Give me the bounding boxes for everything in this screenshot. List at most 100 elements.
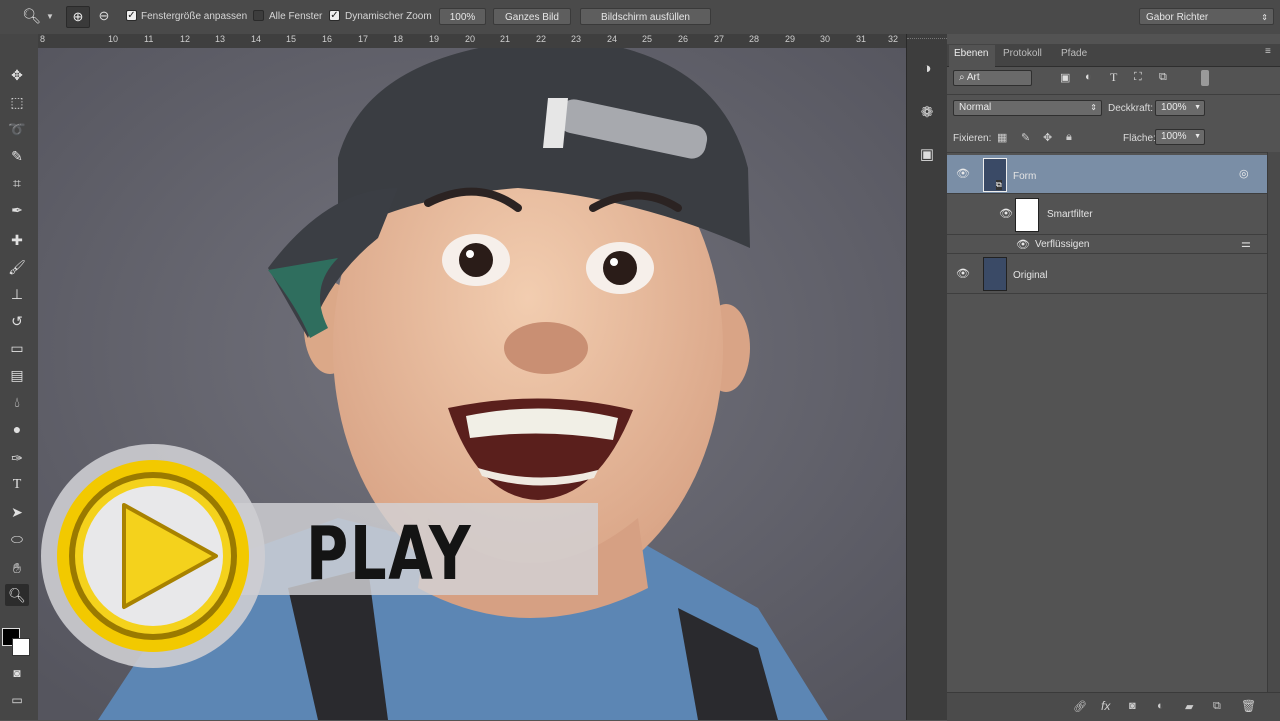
filter-pixel-icon[interactable]: ▣ <box>1060 71 1070 84</box>
resize-windows-checkbox[interactable]: ✓ <box>126 10 137 21</box>
adjustments-icon[interactable]: ◑ <box>915 58 939 80</box>
chevron-down-icon[interactable]: ▼ <box>46 12 54 21</box>
play-button-icon[interactable] <box>38 441 268 671</box>
visibility-eye-icon[interactable]: 👁︎ <box>956 167 970 180</box>
smart-filter-indicator-icon[interactable]: ◎ <box>1239 167 1249 180</box>
path-selection-icon[interactable]: ➤ <box>5 501 29 523</box>
zoom-100-button[interactable]: 100% <box>439 8 486 25</box>
visibility-eye-icon[interactable]: 👁︎ <box>1016 238 1030 251</box>
layer-filter-select[interactable]: ⌕ Art <box>953 70 1032 86</box>
dynamic-zoom-checkbox[interactable]: ✓ <box>329 10 340 21</box>
layer-row-original[interactable]: 👁︎ Original <box>947 254 1267 294</box>
scrollbar[interactable] <box>1267 152 1280 692</box>
history-brush-icon[interactable]: ↺ <box>5 310 29 332</box>
tab-paths[interactable]: Pfade <box>1061 48 1087 59</box>
zoom-tool-icon[interactable]: 🔍︎ <box>5 584 29 606</box>
zoom-in-icon[interactable]: ⊕ <box>66 6 90 28</box>
link-icon[interactable]: 🔗︎ <box>1073 700 1087 713</box>
options-bar: 🔍︎ ▼ ⊕ ⊖ ✓ Fenstergröße anpassen Alle Fe… <box>0 0 1280 35</box>
panel-menu-icon[interactable]: ≡ <box>1265 46 1271 57</box>
workspace-select[interactable]: Gabor Richter ⇕ <box>1139 8 1274 25</box>
stamp-tool-icon[interactable]: ⊥ <box>5 283 29 305</box>
blend-mode-select[interactable]: Normal ⇕ <box>953 100 1102 116</box>
hand-tool-icon[interactable]: ✋︎ <box>5 557 29 579</box>
trash-icon[interactable]: 🗑︎ <box>1241 699 1256 713</box>
layers-panel: Ebenen Protokoll Pfade ≡ ⌕ Art ▣ ◐ T ⛶ ⧉… <box>947 34 1280 721</box>
quick-selection-icon[interactable]: ✎ <box>5 145 29 167</box>
screen-mode-icon[interactable]: ▭ <box>5 689 29 711</box>
filter-blending-options-icon[interactable]: ⚌ <box>1241 237 1251 250</box>
healing-brush-icon[interactable]: ✚ <box>5 229 29 251</box>
move-tool-icon[interactable]: ✥ <box>5 64 29 86</box>
gradient-tool-icon[interactable]: ▤ <box>5 364 29 386</box>
play-overlay[interactable]: PLAY <box>38 441 598 671</box>
new-layer-icon[interactable]: ⧉ <box>1213 700 1221 713</box>
lock-pixels-icon[interactable]: ✎ <box>1021 131 1030 144</box>
filter-type-icon[interactable]: T <box>1110 70 1117 85</box>
lock-all-icon[interactable]: 🔒︎ <box>1066 131 1072 144</box>
properties-icon[interactable]: ▣ <box>915 144 939 166</box>
ruler-tick: 31 <box>856 34 867 44</box>
ruler-tick: 15 <box>286 34 297 44</box>
crop-tool-icon[interactable]: ⌗ <box>5 172 29 194</box>
ruler-tick: 19 <box>429 34 440 44</box>
ruler-tick: 27 <box>714 34 725 44</box>
ellipse-tool-icon[interactable]: ⬭ <box>5 528 29 550</box>
dodge-tool-icon[interactable]: ● <box>5 418 29 440</box>
marquee-tool-icon[interactable]: ⬚ <box>5 91 29 113</box>
fx-icon[interactable]: fx <box>1101 699 1110 713</box>
all-windows-checkbox[interactable] <box>253 10 264 21</box>
ruler-tick: 18 <box>393 34 404 44</box>
eyedropper-tool-icon[interactable]: ✒ <box>5 199 29 221</box>
panel-dock: ◑ ❁ ▣ <box>906 34 948 720</box>
visibility-eye-icon[interactable]: 👁︎ <box>999 207 1013 220</box>
lasso-tool-icon[interactable]: ➰ <box>5 118 29 140</box>
dock-grip <box>907 38 947 42</box>
mask-icon[interactable]: ◙ <box>1129 700 1136 712</box>
filter-row-liquify[interactable]: 👁︎ Verflüssigen ⚌ <box>947 235 1267 254</box>
filter-adjustment-icon[interactable]: ◐ <box>1085 71 1092 83</box>
visibility-eye-icon[interactable]: 👁︎ <box>956 267 970 280</box>
ruler-tick: 22 <box>536 34 547 44</box>
group-icon[interactable]: ▰ <box>1185 700 1193 713</box>
pen-tool-icon[interactable]: ✑ <box>5 447 29 469</box>
blur-tool-icon[interactable]: 💧︎ <box>5 391 29 413</box>
lock-position-icon[interactable]: ✥ <box>1043 131 1052 144</box>
type-tool-icon[interactable]: T <box>5 474 29 496</box>
lock-label: Fixieren: <box>953 133 992 144</box>
eraser-tool-icon[interactable]: ▭ <box>5 337 29 359</box>
ruler-tick: 25 <box>642 34 653 44</box>
document-canvas[interactable]: PLAY <box>38 48 906 720</box>
background-color-swatch[interactable] <box>12 638 30 656</box>
panel-footer: 🔗︎ fx ◙ ◐ ▰ ⧉ 🗑︎ <box>947 692 1280 721</box>
fill-screen-button[interactable]: Bildschirm ausfüllen <box>580 8 711 25</box>
quick-mask-icon[interactable]: ◙ <box>5 662 29 684</box>
brush-tool-icon[interactable]: 🖌︎ <box>5 256 29 278</box>
ruler-tick: 14 <box>251 34 262 44</box>
chevron-down-icon: ▼ <box>1194 133 1201 140</box>
filter-toggle[interactable] <box>1201 70 1209 86</box>
ruler-tick: 28 <box>749 34 760 44</box>
lock-transparency-icon[interactable]: ▦ <box>997 131 1007 144</box>
filter-smart-object-icon[interactable]: ⧉ <box>1159 71 1167 84</box>
ruler-tick: 23 <box>571 34 582 44</box>
ruler-tick: 10 <box>108 34 119 44</box>
styles-icon[interactable]: ❁ <box>915 102 939 124</box>
ruler-tick: 12 <box>180 34 191 44</box>
opacity-input[interactable]: 100% ▼ <box>1155 100 1205 116</box>
layer-name[interactable]: Original <box>1013 270 1047 281</box>
layer-name[interactable]: Form <box>1013 171 1036 182</box>
layer-row-form[interactable]: 👁︎ ⧉ Form ◎ <box>947 155 1267 194</box>
fill-input[interactable]: 100% ▼ <box>1155 129 1205 145</box>
tab-history[interactable]: Protokoll <box>1003 48 1042 59</box>
adjustment-icon[interactable]: ◐ <box>1157 700 1164 712</box>
fit-screen-button[interactable]: Ganzes Bild <box>493 8 571 25</box>
tab-layers-label: Ebenen <box>954 48 989 59</box>
ruler-tick: 17 <box>358 34 369 44</box>
zoom-tool-preset-icon[interactable]: 🔍︎ <box>22 7 41 25</box>
ruler-tick: 32 <box>888 34 899 44</box>
filter-shape-icon[interactable]: ⛶ <box>1134 71 1142 84</box>
smart-filter-row[interactable]: 👁︎ Smartfilter <box>947 194 1267 235</box>
zoom-out-icon[interactable]: ⊖ <box>93 6 115 26</box>
opacity-label: Deckkraft: <box>1108 103 1154 114</box>
